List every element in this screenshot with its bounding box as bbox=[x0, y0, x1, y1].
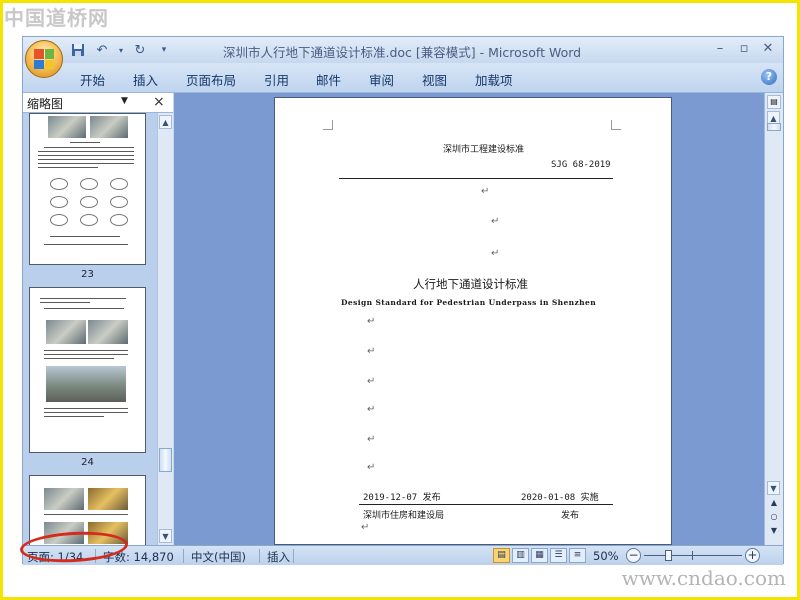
thumbnail-scrollbar[interactable]: ▲ ▼ bbox=[157, 113, 173, 545]
thumbnail-photo bbox=[88, 488, 128, 510]
header-org: 深圳市工程建设标准 bbox=[443, 145, 525, 155]
paragraph-mark: ↵ bbox=[367, 404, 376, 415]
thumbnail-pane-header: 缩略图 ▼ × bbox=[23, 93, 173, 113]
pane-close-icon[interactable]: × bbox=[153, 94, 165, 110]
thumbnail-photo bbox=[44, 488, 84, 510]
standard-code: SJG 68-2019 bbox=[551, 160, 611, 170]
document-area: 深圳市工程建设标准 SJG 68-2019 ↵ ↵ ↵ 人行地下通道设计标准 D… bbox=[174, 93, 764, 545]
customize-qat-icon[interactable]: ▾ bbox=[155, 41, 173, 59]
print-layout-icon[interactable]: ▤ bbox=[493, 548, 510, 563]
document-scroll-handle[interactable] bbox=[767, 123, 781, 131]
window-title: 深圳市人行地下通道设计标准.doc [兼容模式] - Microsoft Wor… bbox=[223, 45, 582, 60]
issuer: 深圳市住房和建设局 bbox=[363, 511, 445, 521]
status-bar: 页面: 1/34 字数: 14,870 中文(中国) 插入 ▤ ▥ ▦ ☰ ≡ … bbox=[23, 545, 783, 565]
scroll-down-icon[interactable]: ▼ bbox=[767, 481, 780, 495]
thumbnail-photo bbox=[88, 522, 128, 544]
office-logo-icon bbox=[34, 49, 54, 69]
paragraph-mark: ↵ bbox=[491, 216, 500, 227]
word-count[interactable]: 字数: 14,870 bbox=[103, 549, 174, 565]
paragraph-mark: ↵ bbox=[367, 462, 376, 473]
document-scrollbar[interactable]: ▤ ▲ ▼ ▲ ○ ▼ bbox=[764, 93, 783, 545]
issue-date: 2019-12-07 发布 bbox=[363, 493, 441, 503]
quick-access-toolbar: ↶ ▾ ↻ ▾ bbox=[69, 41, 173, 59]
save-icon[interactable] bbox=[69, 41, 87, 59]
page-thumbnail-24[interactable] bbox=[29, 287, 146, 453]
paragraph-mark: ↵ bbox=[367, 434, 376, 445]
paragraph-mark: ↵ bbox=[361, 522, 370, 533]
document-title-en: Design Standard for Pedestrian Underpass… bbox=[341, 298, 597, 307]
zoom-slider-track[interactable] bbox=[644, 555, 742, 556]
zoom-slider-midmark bbox=[692, 551, 693, 560]
paragraph-mark: ↵ bbox=[367, 316, 376, 327]
page-number-24: 24 bbox=[81, 457, 94, 468]
zoom-in-icon[interactable]: + bbox=[745, 548, 760, 563]
site-logo: 中国道桥网 bbox=[4, 6, 109, 30]
window-controls: – ▫ ✕ bbox=[709, 39, 779, 57]
insert-mode[interactable]: 插入 bbox=[267, 549, 290, 565]
full-screen-reading-icon[interactable]: ▥ bbox=[512, 548, 529, 563]
word-window: ↶ ▾ ↻ ▾ 深圳市人行地下通道设计标准.doc [兼容模式] - Micro… bbox=[22, 36, 784, 565]
thumbnail-pane: 缩略图 ▼ × 23 24 ▲ ▼ bbox=[23, 93, 173, 545]
tab-home[interactable]: 开始 bbox=[80, 70, 105, 89]
pane-dropdown-icon[interactable]: ▼ bbox=[121, 96, 128, 106]
tab-mailings[interactable]: 邮件 bbox=[316, 70, 341, 89]
document-page[interactable]: 深圳市工程建设标准 SJG 68-2019 ↵ ↵ ↵ 人行地下通道设计标准 D… bbox=[274, 97, 672, 545]
thumbnail-pane-title: 缩略图 bbox=[27, 97, 64, 111]
previous-page-icon[interactable]: ▲ bbox=[767, 497, 781, 509]
thumbnail-photo bbox=[48, 116, 86, 138]
page-count[interactable]: 页面: 1/34 bbox=[27, 549, 83, 565]
zoom-level[interactable]: 50% bbox=[593, 549, 619, 563]
paragraph-mark: ↵ bbox=[491, 248, 500, 259]
footer-rule bbox=[359, 504, 613, 505]
scroll-up-icon[interactable]: ▲ bbox=[159, 115, 172, 129]
thumbnail-photo bbox=[90, 116, 128, 138]
page-number-23: 23 bbox=[81, 269, 94, 280]
title-bar: ↶ ▾ ↻ ▾ 深圳市人行地下通道设计标准.doc [兼容模式] - Micro… bbox=[23, 37, 783, 63]
thumbnail-photo bbox=[46, 366, 126, 402]
restore-icon[interactable]: ▫ bbox=[733, 39, 755, 57]
thumbnail-photo bbox=[88, 320, 128, 344]
close-icon[interactable]: ✕ bbox=[757, 39, 779, 57]
document-title: 人行地下通道设计标准 bbox=[413, 277, 528, 291]
paragraph-mark: ↵ bbox=[367, 346, 376, 357]
tab-references[interactable]: 引用 bbox=[264, 70, 289, 89]
tab-view[interactable]: 视图 bbox=[422, 70, 447, 89]
paragraph-mark: ↵ bbox=[481, 186, 490, 197]
paragraph-mark: ↵ bbox=[367, 376, 376, 387]
thumbnail-photo bbox=[46, 320, 86, 344]
implement-date: 2020-01-08 实施 bbox=[521, 493, 599, 503]
web-layout-icon[interactable]: ▦ bbox=[531, 548, 548, 563]
undo-dropdown-icon[interactable]: ▾ bbox=[117, 41, 125, 59]
issue-word: 发布 bbox=[561, 511, 580, 521]
help-icon[interactable]: ? bbox=[761, 69, 777, 85]
draft-view-icon[interactable]: ≡ bbox=[569, 548, 586, 563]
thumbnail-scroll-handle[interactable] bbox=[159, 448, 172, 472]
header-rule bbox=[339, 178, 613, 179]
crop-mark bbox=[611, 120, 621, 130]
page-thumbnail-23[interactable] bbox=[29, 113, 146, 265]
office-button[interactable] bbox=[25, 40, 63, 78]
thumbnail-photo bbox=[44, 522, 84, 544]
minimize-icon[interactable]: – bbox=[709, 39, 731, 57]
select-browse-object-icon[interactable]: ○ bbox=[767, 511, 781, 523]
site-url: www.cndao.com bbox=[621, 566, 786, 590]
zoom-slider-handle[interactable] bbox=[665, 550, 672, 561]
language-indicator[interactable]: 中文(中国) bbox=[191, 549, 246, 565]
outline-view-icon[interactable]: ☰ bbox=[550, 548, 567, 563]
scroll-down-icon[interactable]: ▼ bbox=[159, 529, 172, 543]
zoom-out-icon[interactable]: − bbox=[626, 548, 641, 563]
ribbon-tabs: 开始 插入 页面布局 引用 邮件 审阅 视图 加载项 ? bbox=[23, 63, 783, 93]
undo-icon[interactable]: ↶ bbox=[93, 41, 111, 59]
tab-review[interactable]: 审阅 bbox=[369, 70, 394, 89]
tab-add-ins[interactable]: 加载项 bbox=[475, 70, 513, 89]
repeat-icon[interactable]: ↻ bbox=[131, 41, 149, 59]
crop-mark bbox=[323, 120, 333, 130]
tab-insert[interactable]: 插入 bbox=[133, 70, 158, 89]
page-thumbnail-25[interactable] bbox=[29, 475, 146, 545]
next-page-icon[interactable]: ▼ bbox=[767, 525, 781, 537]
tab-page-layout[interactable]: 页面布局 bbox=[186, 70, 236, 89]
view-ruler-icon[interactable]: ▤ bbox=[767, 95, 781, 109]
